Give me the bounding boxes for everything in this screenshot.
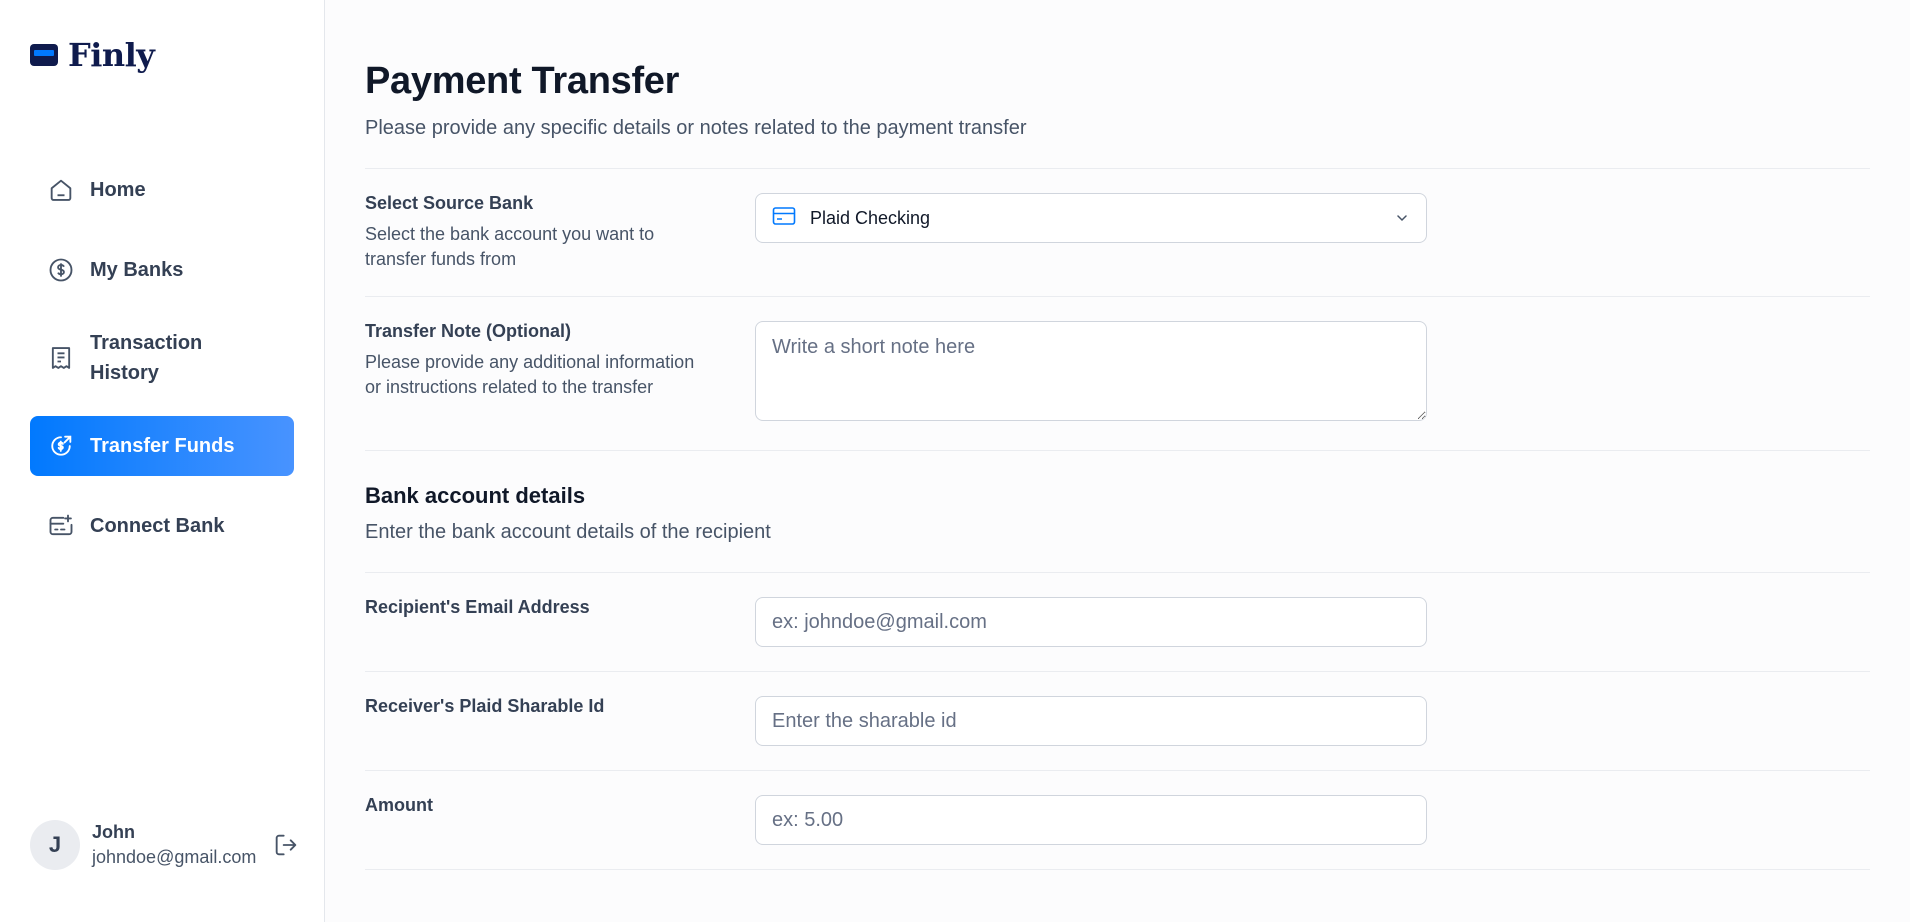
recipient-email-input[interactable] [755,597,1427,647]
sidebar-item-label: Transfer Funds [90,435,235,457]
app-root: Finly Home My Banks Transaction History … [0,0,1910,922]
source-bank-description: Select the bank account you want to tran… [365,224,655,269]
recipient-email-row: Recipient's Email Address [365,573,1870,671]
transfer-note-control [755,321,1427,426]
sidebar-item-label: Connect Bank [90,515,225,537]
source-bank-label-group: Select Source Bank Select the bank accou… [365,193,755,272]
sidebar-item-my-banks[interactable]: My Banks [30,240,294,300]
amount-input[interactable] [755,795,1427,845]
transfer-note-textarea[interactable] [755,321,1427,421]
sidebar-item-transaction-history[interactable]: Transaction History [30,320,294,396]
page-subtitle: Please provide any specific details or n… [365,117,1027,139]
recipient-email-label-group: Recipient's Email Address [365,597,755,647]
transfer-note-label: Transfer Note (Optional) [365,321,572,341]
avatar[interactable]: J [30,820,80,870]
recipient-email-label: Recipient's Email Address [365,597,590,617]
source-bank-label: Select Source Bank [365,193,534,213]
sidebar: Finly Home My Banks Transaction History … [0,0,325,922]
amount-row: Amount [365,771,1870,869]
sidebar-item-label: My Banks [90,259,184,281]
sidebar-item-connect-bank[interactable]: Connect Bank [30,496,294,556]
transfer-note-description: Please provide any additional informatio… [365,352,695,397]
source-bank-control: Plaid Checking [755,193,1427,272]
bank-details-title: Bank account details [365,483,586,508]
transfer-note-row: Transfer Note (Optional) Please provide … [365,297,1870,450]
dollar-circle-icon [46,255,76,285]
main-content: Payment Transfer Please provide any spec… [325,0,1910,922]
user-info: John johndoe@gmail.com [92,822,256,868]
source-bank-select[interactable]: Plaid Checking [755,193,1427,243]
card-add-icon [46,511,76,541]
user-name: John [92,822,135,842]
brand[interactable]: Finly [30,36,155,74]
sidebar-nav: Home My Banks Transaction History Transf… [30,160,294,576]
sharable-id-row: Receiver's Plaid Sharable Id [365,672,1870,770]
logout-icon[interactable] [272,831,300,859]
user-email: johndoe@gmail.com [92,847,257,867]
chevron-down-icon [1394,210,1410,226]
home-icon [46,175,76,205]
source-bank-row: Select Source Bank Select the bank accou… [365,169,1870,296]
receipt-icon [46,343,76,373]
credit-card-icon [30,44,58,66]
bank-details-section-header: Bank account details Enter the bank acco… [365,451,1870,572]
user-footer: J John johndoe@gmail.com [30,820,300,870]
sharable-id-label-group: Receiver's Plaid Sharable Id [365,696,755,746]
sidebar-item-label: Transaction History [90,332,203,384]
sharable-id-control [755,696,1427,746]
page-title: Payment Transfer [365,60,680,102]
amount-label-group: Amount [365,795,755,845]
money-send-icon [46,431,76,461]
sharable-id-label: Receiver's Plaid Sharable Id [365,696,605,716]
recipient-email-control [755,597,1427,647]
divider [365,869,1870,870]
brand-name: Finly [68,36,155,74]
sidebar-item-transfer-funds[interactable]: Transfer Funds [30,416,294,476]
amount-control [755,795,1427,845]
amount-label: Amount [365,795,433,815]
sidebar-item-label: Home [90,179,146,201]
source-bank-selected: Plaid Checking [810,207,931,228]
transfer-note-label-group: Transfer Note (Optional) Please provide … [365,321,755,426]
sharable-id-input[interactable] [755,696,1427,746]
bank-details-subtitle: Enter the bank account details of the re… [365,521,771,543]
credit-card-icon [772,206,796,231]
sidebar-item-home[interactable]: Home [30,160,294,220]
